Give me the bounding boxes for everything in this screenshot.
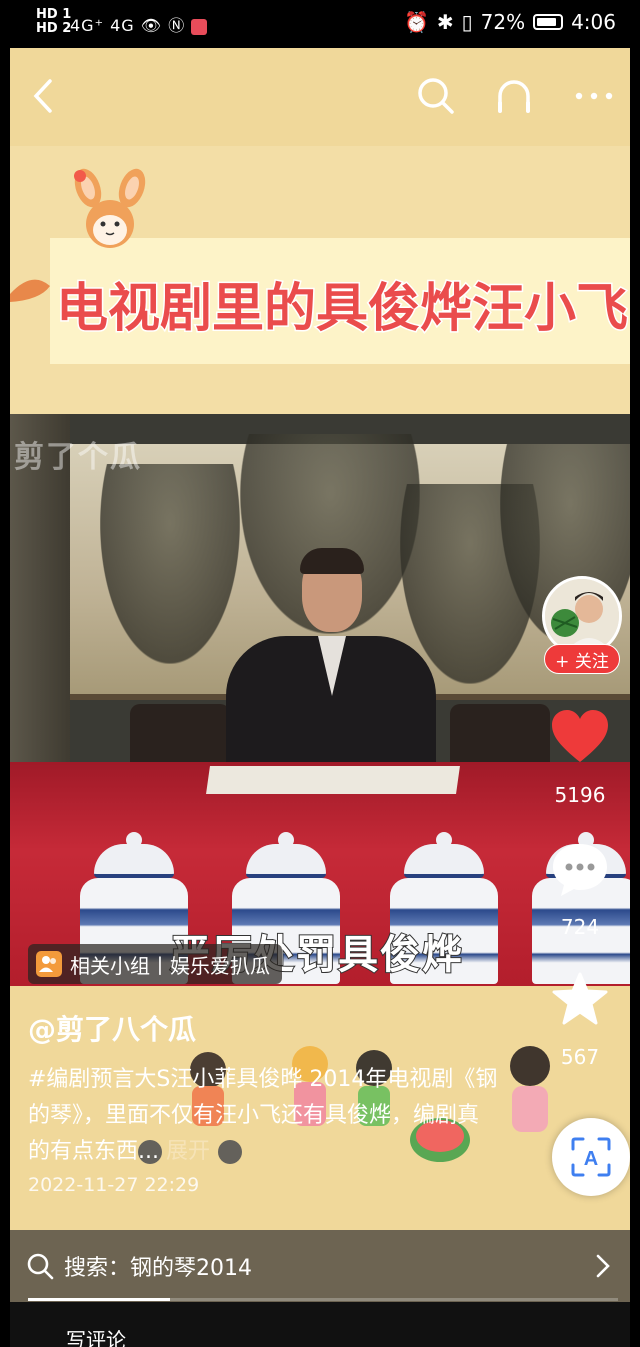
vibrate-icon: ▯ bbox=[461, 10, 473, 34]
search-icon bbox=[27, 1253, 54, 1280]
status-bar: HD 1 HD 2 4G⁺ 4G 👁 Ⓝ ⏰ ✱ ▯ 72% 4:06 bbox=[10, 0, 630, 48]
like-count: 5196 bbox=[554, 783, 606, 807]
listen-button[interactable] bbox=[490, 72, 538, 120]
title-banner: 电视剧里的具俊烨汪小飞 bbox=[50, 238, 630, 364]
bottom-comment-bar[interactable]: 写评论 bbox=[10, 1302, 630, 1347]
group-tag-label: 相关小组丨娱乐爱扒瓜 bbox=[70, 953, 270, 978]
top-nav bbox=[10, 48, 630, 146]
nfc-icon: Ⓝ bbox=[168, 16, 186, 35]
translate-float-button[interactable]: A bbox=[552, 1118, 630, 1196]
comment-icon bbox=[553, 844, 607, 896]
eye-icon: 👁 bbox=[140, 16, 163, 35]
post-description: #编剧预言大S汪小菲具俊晔 2014年电视剧《钢的琴》，里面不仅有汪小飞还有具俊… bbox=[28, 1062, 498, 1170]
text-recognize-icon: A bbox=[571, 1137, 611, 1177]
bunny-mascot-icon bbox=[74, 168, 146, 248]
like-button[interactable]: 5196 bbox=[530, 710, 630, 807]
sim-indicator: HD 1 HD 2 bbox=[36, 8, 71, 36]
hd2-label: HD 2 bbox=[36, 21, 72, 36]
search-label: 搜索：钢的琴2014 bbox=[64, 1256, 252, 1281]
search-icon bbox=[418, 78, 454, 114]
group-icon bbox=[36, 951, 62, 977]
app-notify-icon bbox=[191, 18, 208, 35]
alarm-icon: ⏰ bbox=[403, 10, 429, 34]
related-search-bar[interactable]: 搜索：钢的琴2014 bbox=[10, 1230, 630, 1302]
main-person bbox=[226, 548, 436, 776]
expand-link[interactable]: 展开 bbox=[166, 1139, 210, 1164]
hd1-label: HD 1 bbox=[36, 7, 72, 22]
chevron-right-icon bbox=[596, 1254, 610, 1278]
post-date: 2022-11-27 22:29 bbox=[28, 1174, 200, 1196]
battery-percent: 72% bbox=[480, 10, 526, 34]
network-label: 4G⁺ 4G bbox=[70, 16, 135, 35]
fox-tail-icon bbox=[10, 279, 50, 302]
status-right: ⏰ ✱ ▯ 72% 4:06 bbox=[404, 10, 616, 34]
clock: 4:06 bbox=[571, 10, 616, 34]
svg-text:A: A bbox=[584, 1148, 598, 1170]
back-button[interactable] bbox=[20, 72, 68, 120]
description-text: #编剧预言大S汪小菲具俊晔 2014年电视剧《钢的琴》，里面不仅有汪小飞还有具俊… bbox=[28, 1067, 498, 1164]
related-group-tag[interactable]: 相关小组丨娱乐爱扒瓜 bbox=[28, 944, 282, 984]
cover-banner: 电视剧里的具俊烨汪小飞 bbox=[10, 146, 630, 414]
star-icon bbox=[552, 972, 608, 1025]
search-button[interactable] bbox=[412, 72, 460, 120]
author-name[interactable]: @剪了八个瓜 bbox=[28, 1008, 196, 1048]
battery-icon bbox=[533, 14, 564, 30]
heart-icon bbox=[552, 710, 608, 762]
comment-button[interactable]: 724 bbox=[530, 842, 630, 939]
signal-icon: 4G⁺ 4G 👁 Ⓝ bbox=[70, 12, 208, 36]
headphones-icon bbox=[498, 80, 530, 113]
video-watermark: 剪了个瓜 bbox=[14, 440, 142, 475]
newspaper bbox=[206, 766, 460, 794]
follow-button[interactable]: + 关注 bbox=[544, 644, 620, 674]
comment-input-label: 写评论 bbox=[66, 1328, 126, 1347]
comment-count: 724 bbox=[560, 915, 600, 939]
banner-title: 电视剧里的具俊烨汪小飞 bbox=[54, 278, 629, 341]
back-icon bbox=[33, 79, 52, 113]
bluetooth-icon: ✱ bbox=[436, 10, 454, 34]
app-frame: HD 1 HD 2 4G⁺ 4G 👁 Ⓝ ⏰ ✱ ▯ 72% 4:06 电视剧里… bbox=[10, 0, 630, 1347]
more-button[interactable] bbox=[570, 72, 618, 120]
more-icon bbox=[575, 92, 613, 100]
video-progress-bar[interactable] bbox=[28, 1298, 618, 1301]
